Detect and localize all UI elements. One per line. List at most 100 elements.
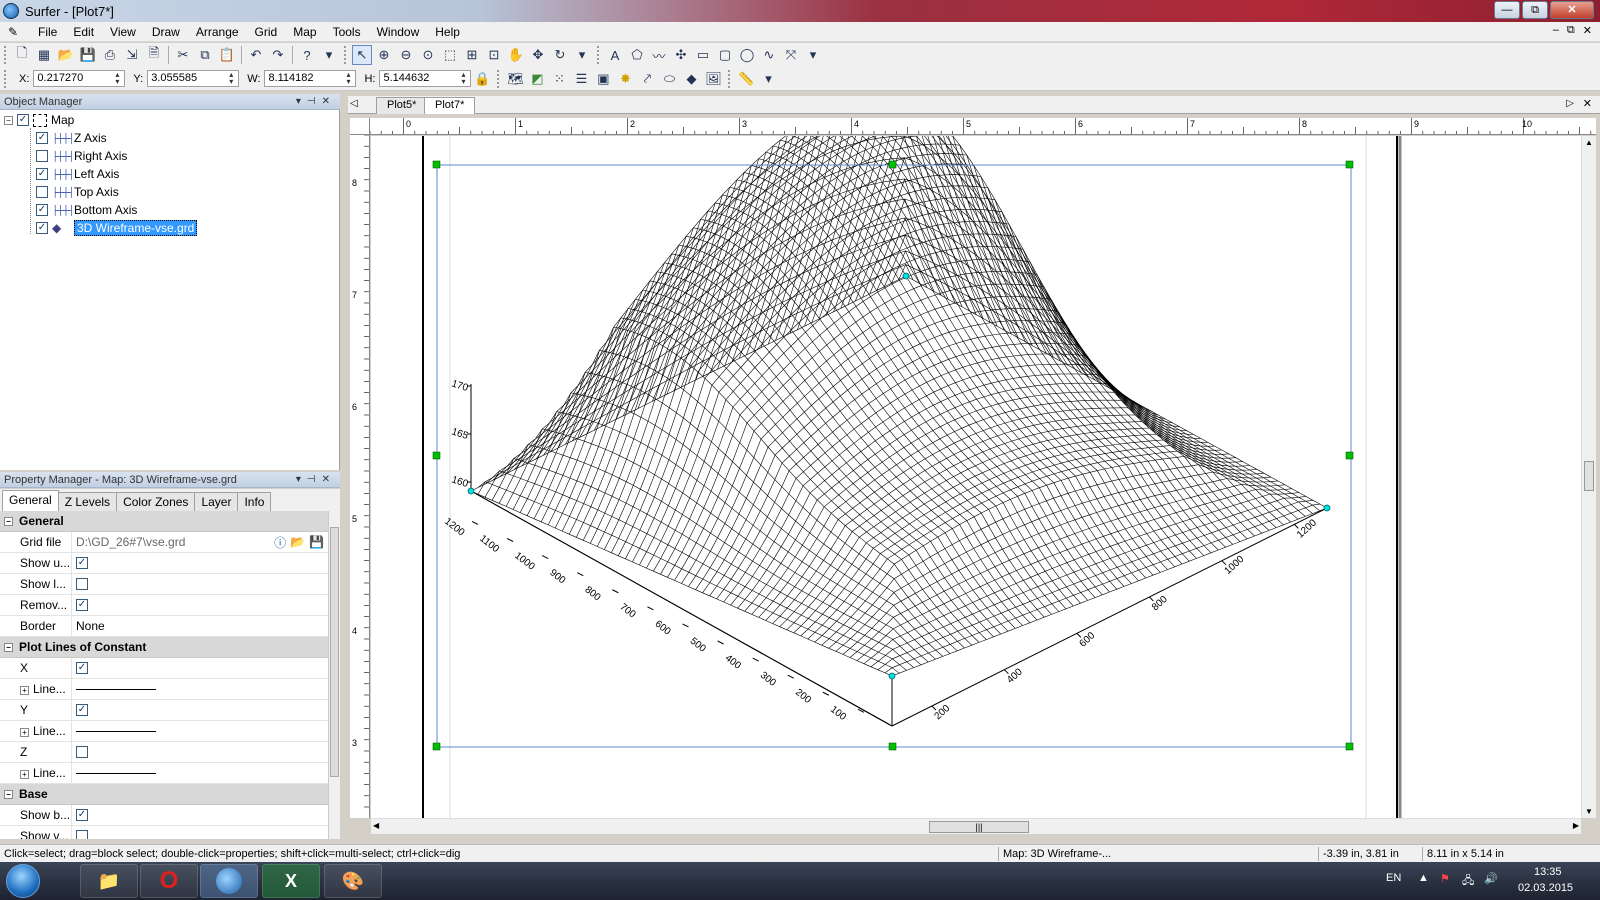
pan-hand-icon[interactable]: ✋ xyxy=(506,45,526,65)
tree-item-top-axis[interactable]: ├┼┼┤ Top Axis xyxy=(36,183,119,201)
toolbar-overflow-icon-3[interactable]: ▾ xyxy=(803,45,823,65)
copy-icon[interactable]: ⧉ xyxy=(195,45,215,65)
tab-layer[interactable]: Layer xyxy=(194,492,239,511)
close-button[interactable]: ✕ xyxy=(1550,1,1594,19)
volume-icon[interactable]: 🔊 xyxy=(1484,872,1498,885)
save-icon[interactable]: 💾 xyxy=(78,45,98,65)
document-close-icon[interactable]: ✕ xyxy=(1583,97,1592,110)
category-plot-lines[interactable]: − Plot Lines of Constant xyxy=(0,637,328,658)
z-axis-checkbox[interactable]: ✓ xyxy=(36,132,48,144)
reshape-tool-icon[interactable]: ⤧ xyxy=(781,45,801,65)
remove-checkbox[interactable]: ✓ xyxy=(76,599,88,611)
collapse-icon[interactable]: − xyxy=(4,115,13,125)
prop-z-line-style[interactable]: + Line... xyxy=(0,763,328,784)
y-position-field[interactable]: 3.055585 xyxy=(147,70,240,87)
property-scroll-thumb[interactable] xyxy=(330,527,339,777)
base-map-icon[interactable]: 🗺 xyxy=(505,69,525,89)
resize-handle-ne[interactable] xyxy=(1345,160,1354,169)
collapse-icon[interactable]: − xyxy=(4,516,13,526)
z-lines-checkbox[interactable] xyxy=(76,746,88,758)
rectangle-tool-icon[interactable]: ▭ xyxy=(693,45,713,65)
panel-close-icon[interactable]: ✕ xyxy=(322,96,336,107)
menu-help[interactable]: Help xyxy=(427,25,468,39)
network-icon[interactable]: 🖧 xyxy=(1462,872,1474,891)
menu-file[interactable]: File xyxy=(30,25,65,39)
panel-dropdown-icon[interactable]: ▾ xyxy=(296,96,307,107)
zoom-page-icon[interactable]: ⊡ xyxy=(484,45,504,65)
toolbar-overflow-icon-4[interactable]: ▾ xyxy=(758,69,778,89)
resize-handle-nw[interactable] xyxy=(432,160,441,169)
wireframe-checkbox[interactable]: ✓ xyxy=(36,222,48,234)
scroll-left-icon[interactable]: ◀ xyxy=(373,821,379,830)
tab-scroll-right-icon[interactable]: ▷ xyxy=(1566,98,1574,109)
menu-edit[interactable]: Edit xyxy=(65,25,102,39)
tab-color-zones[interactable]: Color Zones xyxy=(116,492,196,511)
border-value[interactable]: None xyxy=(72,616,328,636)
prop-y-line-style[interactable]: + Line... xyxy=(0,721,328,742)
menu-map[interactable]: Map xyxy=(285,25,324,39)
corner-handles[interactable] xyxy=(467,272,1331,680)
menu-tools[interactable]: Tools xyxy=(325,25,369,39)
panel-dropdown-icon[interactable]: ▾ xyxy=(296,474,307,485)
map-visibility-checkbox[interactable]: ✓ xyxy=(17,114,29,126)
picture-icon[interactable]: 🖼 xyxy=(703,69,723,89)
undo-icon[interactable]: ↶ xyxy=(246,45,266,65)
panel-pin-icon[interactable]: ⊣ xyxy=(307,474,322,485)
image-map-icon[interactable]: ▣ xyxy=(593,69,613,89)
clock-time[interactable]: 13:35 xyxy=(1534,866,1562,878)
right-axis-checkbox[interactable] xyxy=(36,150,48,162)
paste-icon[interactable]: 📋 xyxy=(217,45,237,65)
resize-handle-sw[interactable] xyxy=(432,742,441,751)
explorer-taskbar-icon[interactable]: 📁 xyxy=(80,864,138,898)
grid-info-icon[interactable]: ⓘ xyxy=(274,534,286,551)
expand-icon[interactable]: + xyxy=(20,728,29,737)
canvas-vertical-scrollbar[interactable]: ▲ ▼ xyxy=(1581,136,1596,818)
tab-plot7[interactable]: Plot7* xyxy=(424,97,476,114)
toolbar-overflow-icon[interactable]: ▾ xyxy=(319,45,339,65)
menu-window[interactable]: Window xyxy=(369,25,428,39)
surfer-app-icon[interactable] xyxy=(3,3,19,19)
print-icon[interactable]: ⎙ xyxy=(100,45,120,65)
canvas-horizontal-scrollbar[interactable]: ◀ ||| ▶ xyxy=(371,818,1581,834)
prop-show-upper[interactable]: Show u... ✓ xyxy=(0,553,328,574)
resize-handle-e[interactable] xyxy=(1345,451,1354,460)
symbol-tool-icon[interactable]: ✣ xyxy=(671,45,691,65)
polygon-tool-icon[interactable]: ⬠ xyxy=(627,45,647,65)
toolbar-grip[interactable] xyxy=(4,46,8,64)
redo-icon[interactable]: ↷ xyxy=(268,45,288,65)
width-field[interactable]: 8.114182 xyxy=(264,70,357,87)
category-base[interactable]: − Base xyxy=(0,784,328,805)
polyline-tool-icon[interactable]: 〰 xyxy=(649,45,669,65)
new-file-icon[interactable]: 🗋 xyxy=(12,45,32,65)
collapse-icon[interactable]: − xyxy=(4,642,13,652)
opera-taskbar-icon[interactable]: O xyxy=(140,864,198,898)
resize-handle-w[interactable] xyxy=(432,451,441,460)
help-pointer-icon[interactable]: ? xyxy=(297,45,317,65)
x-lines-checkbox[interactable]: ✓ xyxy=(76,662,88,674)
tray-expand-icon[interactable]: ▲ xyxy=(1418,872,1429,884)
tree-item-map[interactable]: − ✓ Map xyxy=(4,111,74,129)
minimize-button[interactable]: — xyxy=(1494,1,1520,19)
scale-bar-icon[interactable]: 📏 xyxy=(736,69,756,89)
panel-pin-icon[interactable]: ⊣ xyxy=(307,96,322,107)
tree-item-right-axis[interactable]: ├┼┼┤ Right Axis xyxy=(36,147,127,165)
prop-show-vertical[interactable]: Show v... xyxy=(0,826,328,839)
rounded-rectangle-tool-icon[interactable]: ▢ xyxy=(715,45,735,65)
start-button[interactable] xyxy=(6,864,40,898)
toolbar-overflow-icon-2[interactable]: ▾ xyxy=(572,45,592,65)
left-axis-checkbox[interactable]: ✓ xyxy=(36,168,48,180)
tree-item-wireframe[interactable]: ✓ ◆ 3D Wireframe-vse.grd xyxy=(36,219,198,237)
category-general[interactable]: − General xyxy=(0,511,328,532)
surface-handle-right[interactable] xyxy=(1323,504,1331,512)
menu-view[interactable]: View xyxy=(102,25,144,39)
clock-date[interactable]: 02.03.2015 xyxy=(1518,882,1573,894)
resize-handle-se[interactable] xyxy=(1345,742,1354,751)
y-lines-checkbox[interactable]: ✓ xyxy=(76,704,88,716)
open-grid-icon[interactable]: 📂 xyxy=(290,535,305,549)
prop-x-lines[interactable]: X ✓ xyxy=(0,658,328,679)
tab-info[interactable]: Info xyxy=(237,492,272,511)
vector-map-icon[interactable]: ⤤ xyxy=(637,69,657,89)
spline-tool-icon[interactable]: ∿ xyxy=(759,45,779,65)
menu-draw[interactable]: Draw xyxy=(144,25,188,39)
select-arrow-icon[interactable]: ↖ xyxy=(352,45,372,65)
